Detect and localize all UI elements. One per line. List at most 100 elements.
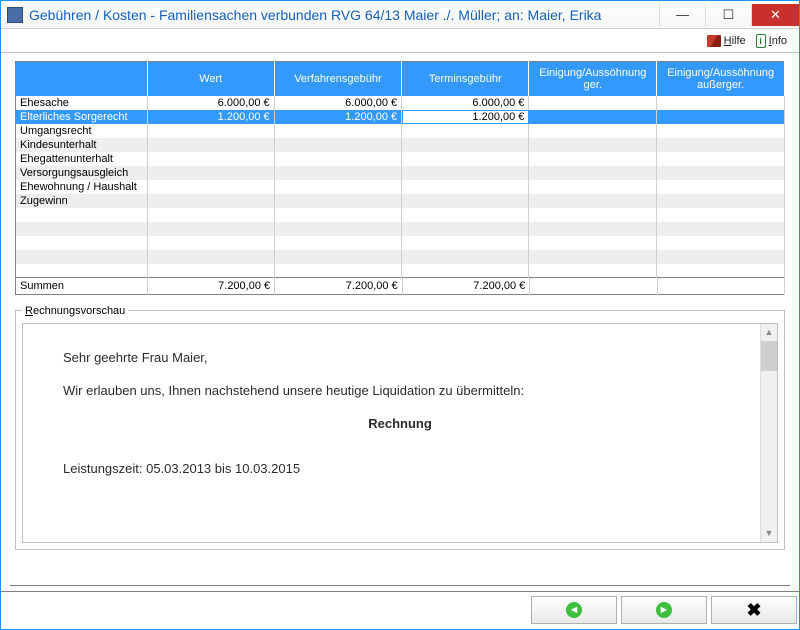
cell-ea[interactable] [657, 152, 785, 166]
cell-wert[interactable] [147, 138, 274, 152]
footer-separator [10, 585, 790, 586]
cell-term[interactable] [402, 124, 529, 138]
cell-label[interactable]: Versorgungsausgleich [16, 166, 148, 180]
table-row[interactable]: Kindesunterhalt [16, 138, 785, 152]
cell-wert[interactable] [147, 180, 274, 194]
sum-eg [530, 278, 657, 294]
cell-term[interactable] [402, 138, 529, 152]
cell-eg[interactable] [529, 166, 657, 180]
invoice-preview-group: Rechnungsvorschau Sehr geehrte Frau Maie… [15, 305, 785, 550]
cell-ea[interactable] [657, 166, 785, 180]
arrow-left-icon: ◄ [566, 602, 582, 618]
cell-eg[interactable] [529, 124, 657, 138]
toolbar: Hilfe i Info [1, 29, 799, 53]
info-label: Info [769, 35, 787, 47]
cell-eg[interactable] [529, 110, 657, 124]
cell-ea[interactable] [657, 96, 785, 110]
scroll-down-icon[interactable]: ▼ [761, 525, 777, 542]
cell-term[interactable] [402, 180, 529, 194]
sum-verf: 7.200,00 € [275, 278, 403, 294]
info-icon: i [756, 34, 766, 48]
cell-ea[interactable] [657, 194, 785, 208]
cancel-button[interactable]: ✖ [711, 596, 797, 624]
table-row[interactable]: Versorgungsausgleich [16, 166, 785, 180]
arrow-right-icon: ► [656, 602, 672, 618]
app-icon [7, 7, 23, 23]
cell-ea[interactable] [657, 124, 785, 138]
cell-ea[interactable] [657, 110, 785, 124]
sum-label: Summen [16, 278, 148, 294]
col-header-ea[interactable]: Einigung/Aussöhnung außerger. [657, 62, 785, 96]
table-row[interactable]: Umgangsrecht [16, 124, 785, 138]
table-row[interactable]: Ehesache6.000,00 €6.000,00 €6.000,00 € [16, 96, 785, 110]
maximize-button[interactable]: ☐ [705, 4, 751, 26]
cell-label[interactable]: Ehesache [16, 96, 148, 110]
cell-label[interactable]: Kindesunterhalt [16, 138, 148, 152]
cell-eg[interactable] [529, 138, 657, 152]
scroll-thumb[interactable] [761, 341, 777, 371]
scroll-up-icon[interactable]: ▲ [761, 324, 777, 341]
col-header-term[interactable]: Terminsgebühr [402, 62, 529, 96]
cell-label[interactable]: Ehewohnung / Haushalt [16, 180, 148, 194]
sum-wert: 7.200,00 € [147, 278, 275, 294]
cell-ea[interactable] [657, 138, 785, 152]
grid-header-row: Wert Verfahrensgebühr Terminsgebühr Eini… [16, 62, 785, 96]
cell-wert[interactable] [147, 124, 274, 138]
cell-verf[interactable]: 6.000,00 € [274, 96, 401, 110]
cell-wert[interactable] [147, 166, 274, 180]
cell-ea[interactable] [657, 180, 785, 194]
cell-term[interactable] [402, 166, 529, 180]
cell-term[interactable] [402, 194, 529, 208]
cell-eg[interactable] [529, 96, 657, 110]
sum-ea [657, 278, 784, 294]
cell-label[interactable]: Elterliches Sorgerecht [16, 110, 148, 124]
cell-verf[interactable] [274, 124, 401, 138]
back-button[interactable]: ◄ [531, 596, 617, 624]
close-button[interactable]: ✕ [751, 4, 799, 26]
preview-intro: Wir erlauben uns, Ihnen nachstehend unse… [63, 383, 737, 398]
cell-verf[interactable] [274, 194, 401, 208]
col-header-wert[interactable]: Wert [147, 62, 274, 96]
cell-wert[interactable]: 6.000,00 € [147, 96, 274, 110]
sum-term: 7.200,00 € [402, 278, 530, 294]
help-button[interactable]: Hilfe [703, 34, 750, 48]
titlebar: Gebühren / Kosten - Familiensachen verbu… [1, 1, 799, 29]
col-header-label[interactable] [16, 62, 148, 96]
cell-label[interactable]: Zugewinn [16, 194, 148, 208]
book-icon [707, 35, 721, 47]
help-label: Hilfe [724, 35, 746, 47]
cell-verf[interactable] [274, 180, 401, 194]
cell-wert[interactable]: 1.200,00 € [147, 110, 274, 124]
cell-term[interactable]: 6.000,00 € [402, 96, 529, 110]
col-header-verf[interactable]: Verfahrensgebühr [274, 62, 401, 96]
forward-button[interactable]: ► [621, 596, 707, 624]
info-button[interactable]: i Info [752, 33, 791, 49]
table-row[interactable]: Zugewinn [16, 194, 785, 208]
cell-label[interactable]: Ehegattenunterhalt [16, 152, 148, 166]
cell-verf[interactable] [274, 138, 401, 152]
fees-grid[interactable]: Wert Verfahrensgebühr Terminsgebühr Eini… [15, 61, 785, 278]
table-row[interactable]: Ehewohnung / Haushalt [16, 180, 785, 194]
cell-eg[interactable] [529, 152, 657, 166]
main-content: Wert Verfahrensgebühr Terminsgebühr Eini… [1, 53, 799, 550]
cell-verf[interactable] [274, 166, 401, 180]
preview-scrollbar[interactable]: ▲ ▼ [760, 324, 777, 542]
invoice-preview[interactable]: Sehr geehrte Frau Maier, Wir erlauben un… [22, 323, 778, 543]
cell-wert[interactable] [147, 152, 274, 166]
cell-term[interactable]: 1.200,00 € [402, 110, 529, 124]
preview-heading: Rechnung [63, 416, 737, 431]
close-icon: ✖ [746, 600, 761, 621]
minimize-button[interactable]: — [659, 4, 705, 26]
cell-eg[interactable] [529, 180, 657, 194]
cell-eg[interactable] [529, 194, 657, 208]
footer: ◄ ► ✖ [1, 591, 799, 629]
table-row[interactable]: Ehegattenunterhalt [16, 152, 785, 166]
cell-verf[interactable] [274, 152, 401, 166]
cell-term[interactable] [402, 152, 529, 166]
table-row[interactable]: Elterliches Sorgerecht1.200,00 €1.200,00… [16, 110, 785, 124]
col-header-eg[interactable]: Einigung/Aussöhnung ger. [529, 62, 657, 96]
cell-verf[interactable]: 1.200,00 € [274, 110, 401, 124]
preview-legend: Rechnungsvorschau [22, 305, 128, 317]
cell-wert[interactable] [147, 194, 274, 208]
cell-label[interactable]: Umgangsrecht [16, 124, 148, 138]
